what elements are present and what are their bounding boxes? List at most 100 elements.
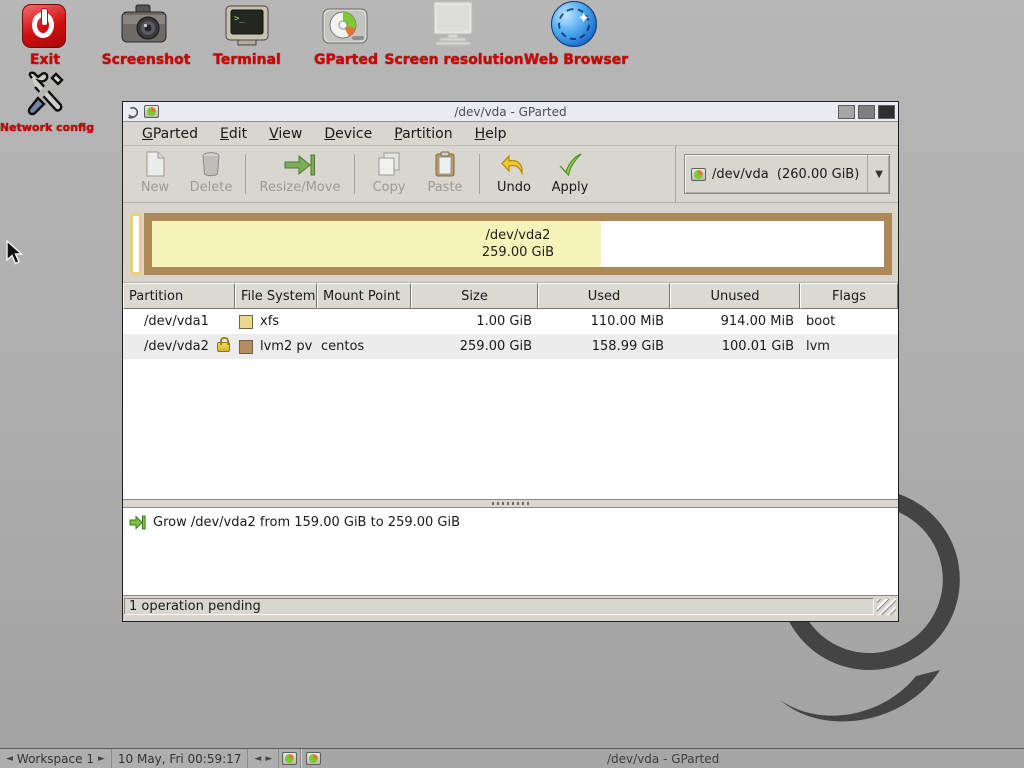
cell-used: 110.00 MiB xyxy=(538,309,670,334)
window-resize-grip[interactable] xyxy=(877,599,896,615)
new-document-icon xyxy=(143,151,167,177)
desktop-icon-network-config[interactable] xyxy=(22,70,70,122)
menu-gparted[interactable]: GParted xyxy=(133,123,207,145)
desktop-icon-web-browser[interactable]: ✦ xyxy=(551,1,597,47)
partition-bar-vda1[interactable] xyxy=(130,213,142,275)
task-prev-arrow[interactable]: ◄ xyxy=(254,754,261,764)
copy-button[interactable]: Copy xyxy=(361,149,417,199)
desktop-label-web-browser[interactable]: Web Browser xyxy=(524,52,628,68)
table-row-vda1[interactable]: /dev/vda1 xfs 1.00 GiB 110.00 MiB 914.00… xyxy=(123,309,898,334)
menu-view[interactable]: View xyxy=(260,123,311,145)
statusbar: 1 operation pending xyxy=(123,596,898,617)
menu-edit[interactable]: Edit xyxy=(211,123,256,145)
desktop-icon-terminal[interactable]: >_ xyxy=(224,4,270,52)
cell-file-system: xfs xyxy=(235,309,317,334)
cell-unused: 914.00 MiB xyxy=(670,309,800,334)
globe-icon: ✦ xyxy=(551,1,597,47)
column-header-partition[interactable]: Partition xyxy=(123,283,235,309)
device-drive-icon xyxy=(691,168,706,181)
workspace-prev-arrow[interactable]: ◄ xyxy=(6,754,13,764)
cell-mount-point: centos xyxy=(317,334,411,359)
workspace-switcher[interactable]: ◄ Workspace 1 ► xyxy=(0,749,112,768)
lock-icon xyxy=(217,342,230,352)
pending-operations-panel: Grow /dev/vda2 from 159.00 GiB to 259.00… xyxy=(123,508,898,596)
paste-icon xyxy=(434,151,456,177)
taskbar-clock: 10 May, Fri 00:59:17 xyxy=(112,749,249,768)
cell-mount-point xyxy=(317,309,411,334)
window-titlebar[interactable]: /dev/vda - GParted xyxy=(123,102,898,122)
desktop-label-screenshot[interactable]: Screenshot xyxy=(102,52,191,68)
desktop-label-network-config[interactable]: Network config xyxy=(0,121,94,134)
paste-button[interactable]: Paste xyxy=(417,149,473,199)
pane-splitter[interactable] xyxy=(123,499,898,508)
window-minimize-button[interactable] xyxy=(838,105,855,119)
camera-icon xyxy=(120,3,168,49)
status-text: 1 operation pending xyxy=(124,598,874,615)
menu-device[interactable]: Device xyxy=(315,123,381,145)
desktop-icon-exit[interactable] xyxy=(22,4,66,48)
column-header-used[interactable]: Used xyxy=(538,283,670,309)
device-selector[interactable]: /dev/vda (260.00 GiB) ▼ xyxy=(684,154,890,194)
window-maximize-button[interactable] xyxy=(858,105,875,119)
cell-used: 158.99 GiB xyxy=(538,334,670,359)
task-scroll-arrows: ◄ ► xyxy=(248,749,279,768)
column-header-file-system[interactable]: File System xyxy=(235,283,317,309)
desktop-label-gparted[interactable]: GParted xyxy=(314,52,378,68)
mouse-cursor xyxy=(5,240,25,266)
apply-check-icon xyxy=(557,153,583,177)
cell-flags: boot xyxy=(800,309,898,334)
desktop-label-exit[interactable]: Exit xyxy=(30,52,60,68)
cell-size: 259.00 GiB xyxy=(411,334,538,359)
resize-move-button[interactable]: Resize/Move xyxy=(252,149,348,199)
table-row-vda2[interactable]: /dev/vda2 lvm2 pv centos 259.00 GiB 158.… xyxy=(123,334,898,359)
taskbar-gparted-icon xyxy=(282,752,297,765)
partition-bar-caption: /dev/vda2 259.00 GiB xyxy=(152,221,884,267)
undo-icon xyxy=(501,153,527,177)
svg-text:>_: >_ xyxy=(234,14,245,24)
desktop-icon-screenshot[interactable] xyxy=(120,3,168,53)
workspace-next-arrow[interactable]: ► xyxy=(98,754,105,764)
chevron-down-icon: ▼ xyxy=(875,169,883,180)
column-header-mount-point[interactable]: Mount Point xyxy=(317,283,411,309)
device-selector-area: /dev/vda (260.00 GiB) ▼ xyxy=(675,146,898,202)
column-header-unused[interactable]: Unused xyxy=(670,283,800,309)
gparted-drive-icon xyxy=(322,6,368,48)
fs-color-swatch-lvm2 xyxy=(239,340,253,354)
desktop-icon-screen-resolution[interactable] xyxy=(428,1,478,51)
pending-operation-item[interactable]: Grow /dev/vda2 from 159.00 GiB to 259.00… xyxy=(123,508,898,530)
new-button[interactable]: New xyxy=(127,149,183,199)
terminal-icon: >_ xyxy=(224,4,270,48)
grow-operation-icon xyxy=(129,515,146,530)
menu-help[interactable]: Help xyxy=(466,123,516,145)
tools-icon xyxy=(22,70,70,118)
fs-color-swatch-xfs xyxy=(239,315,253,329)
device-selector-dropdown[interactable]: ▼ xyxy=(867,155,883,193)
delete-trash-icon xyxy=(200,151,222,177)
undo-button[interactable]: Undo xyxy=(486,149,542,199)
task-button-title: /dev/vda - GParted xyxy=(302,752,1024,766)
apply-button[interactable]: Apply xyxy=(542,149,598,199)
toolbar: New Delete xyxy=(123,146,898,203)
column-header-size[interactable]: Size xyxy=(411,283,538,309)
desktop-icon-gparted[interactable] xyxy=(322,6,368,52)
cell-partition: /dev/vda1 xyxy=(123,309,235,334)
cell-partition: /dev/vda2 xyxy=(123,334,235,359)
desktop-label-terminal[interactable]: Terminal xyxy=(213,52,281,68)
cell-size: 1.00 GiB xyxy=(411,309,538,334)
delete-button[interactable]: Delete xyxy=(183,149,239,199)
task-next-arrow[interactable]: ► xyxy=(265,754,272,764)
table-header: Partition File System Mount Point Size U… xyxy=(123,283,898,309)
resize-move-icon xyxy=(283,153,317,177)
window-close-button[interactable] xyxy=(878,105,895,119)
taskbar-task-gparted[interactable]: /dev/vda - GParted xyxy=(301,749,1024,768)
partition-visual-panel: /dev/vda2 259.00 GiB xyxy=(123,203,898,283)
menu-partition[interactable]: Partition xyxy=(385,123,461,145)
cell-file-system: lvm2 pv xyxy=(235,334,317,359)
pending-operation-text: Grow /dev/vda2 from 159.00 GiB to 259.00… xyxy=(153,515,460,530)
column-header-flags[interactable]: Flags xyxy=(800,283,898,309)
power-icon xyxy=(22,4,66,48)
menubar: GParted Edit View Device Partition Help xyxy=(123,122,898,146)
copy-icon xyxy=(376,152,402,177)
partition-bar-vda2[interactable]: /dev/vda2 259.00 GiB xyxy=(144,213,892,275)
desktop-label-screen-resolution[interactable]: Screen resolution xyxy=(384,52,523,68)
